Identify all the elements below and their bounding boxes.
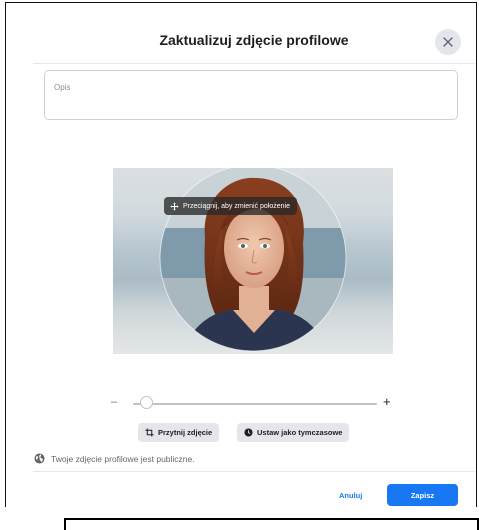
close-button[interactable] — [435, 29, 461, 55]
zoom-out-button[interactable]: – — [111, 396, 117, 408]
photo-crop-area[interactable] — [113, 168, 393, 354]
dialog-title: Zaktualizuj zdjęcie profilowe — [159, 32, 349, 48]
cancel-button[interactable]: Anuluj — [333, 485, 368, 505]
profile-photo — [113, 168, 393, 354]
clock-icon — [244, 428, 253, 437]
description-field[interactable]: Opis — [44, 70, 458, 120]
header-divider — [33, 63, 475, 64]
privacy-note-text: Twoje zdjęcie profilowe jest publiczne. — [51, 453, 195, 464]
crop-photo-button[interactable]: Przytnij zdjęcie — [138, 423, 220, 442]
set-temporary-label: Ustaw jako tymczasowe — [257, 428, 343, 437]
update-profile-photo-dialog: Zaktualizuj zdjęcie profilowe Opis Przec… — [33, 15, 475, 515]
globe-icon — [34, 453, 45, 464]
overlapping-window-edge — [64, 518, 479, 530]
crop-photo-label: Przytnij zdjęcie — [158, 428, 213, 437]
zoom-in-button[interactable]: + — [383, 394, 391, 409]
set-temporary-button[interactable]: Ustaw jako tymczasowe — [237, 423, 350, 442]
zoom-track[interactable] — [133, 403, 377, 405]
drag-to-reposition-hint[interactable]: Przeciągnij, aby zmienić położenie — [164, 197, 297, 215]
privacy-note: Twoje zdjęcie profilowe jest publiczne. — [34, 453, 195, 464]
zoom-slider[interactable]: – + — [111, 394, 395, 411]
drag-hint-label: Przeciągnij, aby zmienić położenie — [183, 202, 290, 210]
footer-divider — [33, 471, 475, 472]
save-button[interactable]: Zapisz — [387, 484, 458, 506]
close-icon — [443, 37, 453, 47]
move-icon — [170, 201, 179, 211]
crop-icon — [145, 428, 154, 437]
description-placeholder: Opis — [54, 83, 71, 92]
zoom-thumb[interactable] — [139, 396, 153, 409]
